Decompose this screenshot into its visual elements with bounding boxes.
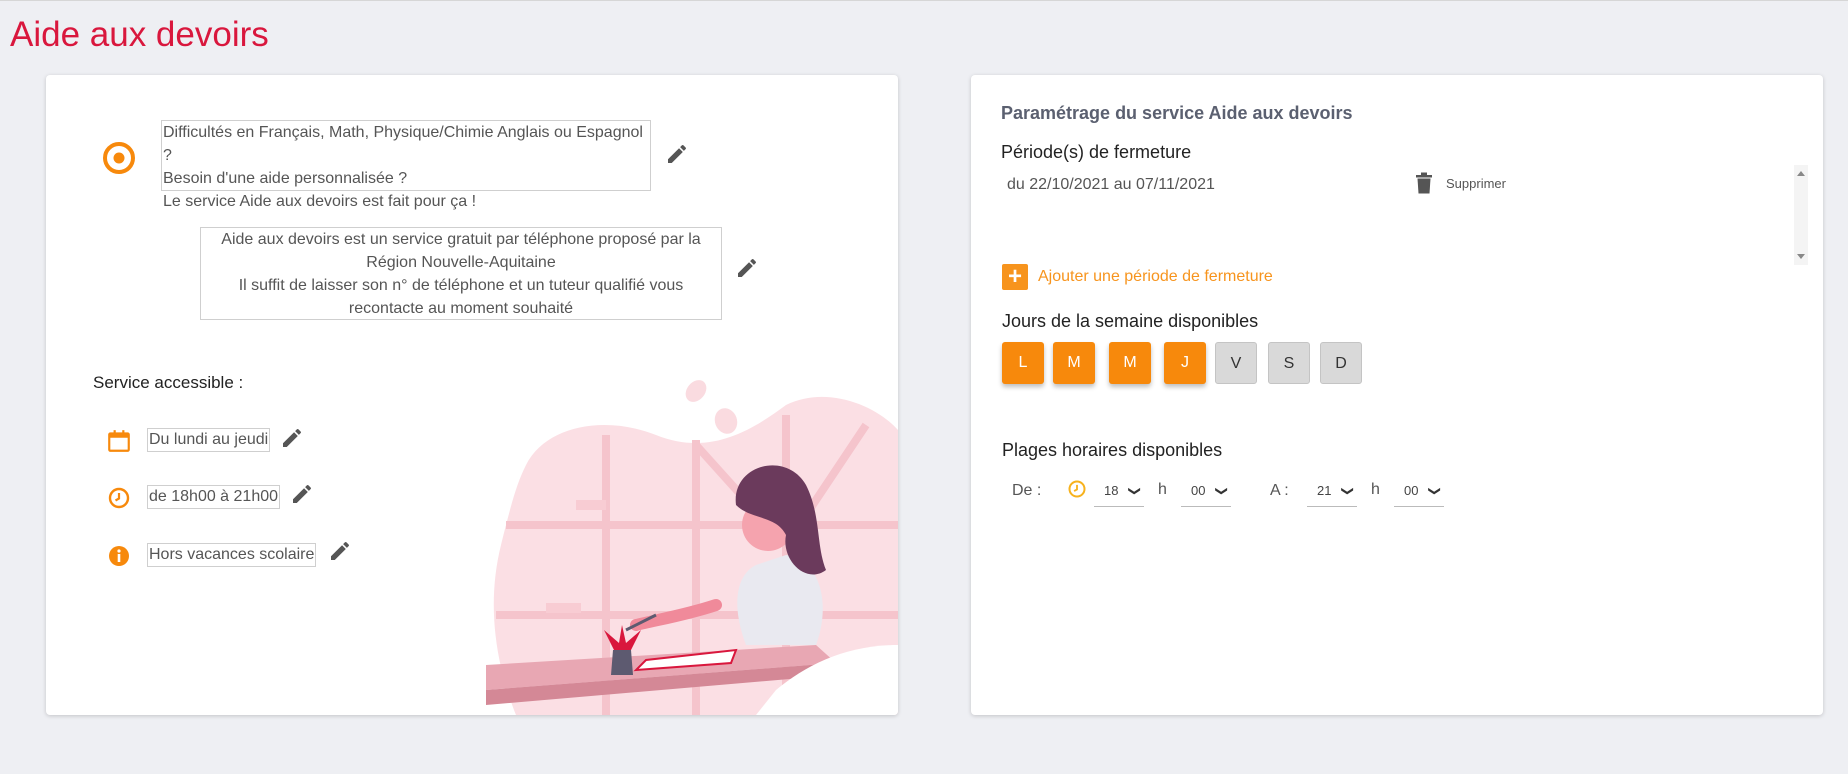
to-minute-value: 00 [1404,483,1419,498]
to-hour-value: 21 [1317,483,1332,498]
vacation-text[interactable]: Hors vacances scolaire [147,543,317,567]
description-line: Il suffit de laisser son n° de téléphone… [238,277,684,294]
day-toggle-wednesday[interactable]: M [1109,342,1151,384]
page-title: Aide aux devoirs [10,15,269,54]
day-toggle-sunday[interactable]: D [1320,342,1362,384]
hours-text[interactable]: de 18h00 à 21h00 [147,485,281,509]
day-toggle-tuesday[interactable]: M [1053,342,1095,384]
to-minute-select[interactable]: 00 ❯ [1394,475,1444,507]
to-label: A : [1270,482,1289,499]
description-line: Région Nouvelle-Aquitaine [366,254,556,271]
target-icon [103,142,135,174]
intro-line: Besoin d'une aide personnalisée ? [163,170,408,187]
description-line: Aide aux devoirs est un service gratuit … [221,231,701,248]
service-info-card: Difficultés en Français, Math, Physique/… [46,75,898,715]
service-accessible-heading: Service accessible : [93,373,244,392]
add-period-label: Ajouter une période de fermeture [1038,268,1273,285]
intro-line: Le service Aide aux devoirs est fait pou… [163,193,477,210]
from-hour-select[interactable]: 18 ❯ [1094,475,1144,507]
days-text[interactable]: Du lundi au jeudi [147,428,271,452]
pencil-icon[interactable] [328,539,352,563]
delete-period-label: Supprimer [1446,175,1506,191]
day-toggle-monday[interactable]: L [1002,342,1044,384]
intro-line: Difficultés en Français, Math, Physique/… [163,124,643,164]
scroll-up-icon[interactable] [1797,171,1805,176]
from-minute-value: 00 [1191,483,1206,498]
hour-suffix: h [1158,481,1167,498]
pencil-icon[interactable] [665,142,689,166]
day-toggle-saturday[interactable]: S [1268,342,1310,384]
description-line: recontacte au moment souhaité [348,300,574,317]
day-toggle-thursday[interactable]: J [1164,342,1206,384]
hour-suffix: h [1371,481,1380,498]
intro-text[interactable]: Difficultés en Français, Math, Physique/… [161,120,651,210]
from-hour-value: 18 [1104,483,1119,498]
add-period-button[interactable]: + Ajouter une période de fermeture [1002,264,1273,290]
from-minute-select[interactable]: 00 ❯ [1181,475,1231,507]
chevron-down-icon: ❯ [1127,485,1142,497]
periods-scrollbar[interactable] [1794,165,1808,265]
info-icon [109,546,129,566]
scroll-down-icon[interactable] [1797,254,1805,259]
time-slots-label: Plages horaires disponibles [1002,440,1223,460]
closing-periods-label: Période(s) de fermeture [1001,142,1192,162]
plus-icon: + [1002,264,1028,290]
chevron-down-icon: ❯ [1427,485,1442,497]
from-label: De : [1012,482,1042,499]
delete-period-button[interactable]: Supprimer [1414,171,1506,195]
to-hour-select[interactable]: 21 ❯ [1307,475,1357,507]
clock-icon [1068,480,1086,498]
pencil-icon[interactable] [290,482,314,506]
pencil-icon[interactable] [735,256,759,280]
days-available-label: Jours de la semaine disponibles [1002,311,1259,331]
day-toggle-friday[interactable]: V [1215,342,1257,384]
settings-heading: Paramétrage du service Aide aux devoirs [1001,103,1353,123]
trash-icon [1416,172,1432,194]
description-text[interactable]: Aide aux devoirs est un service gratuit … [200,227,722,320]
chevron-down-icon: ❯ [1214,485,1229,497]
chevron-down-icon: ❯ [1340,485,1355,497]
clock-icon [108,487,130,509]
closing-periods-list: du 22/10/2021 au 07/11/2021 Supprimer [1000,165,1808,265]
period-item: du 22/10/2021 au 07/11/2021 [1007,176,1215,193]
calendar-icon [108,430,130,452]
pencil-icon[interactable] [280,426,304,450]
student-illustration [486,380,898,715]
